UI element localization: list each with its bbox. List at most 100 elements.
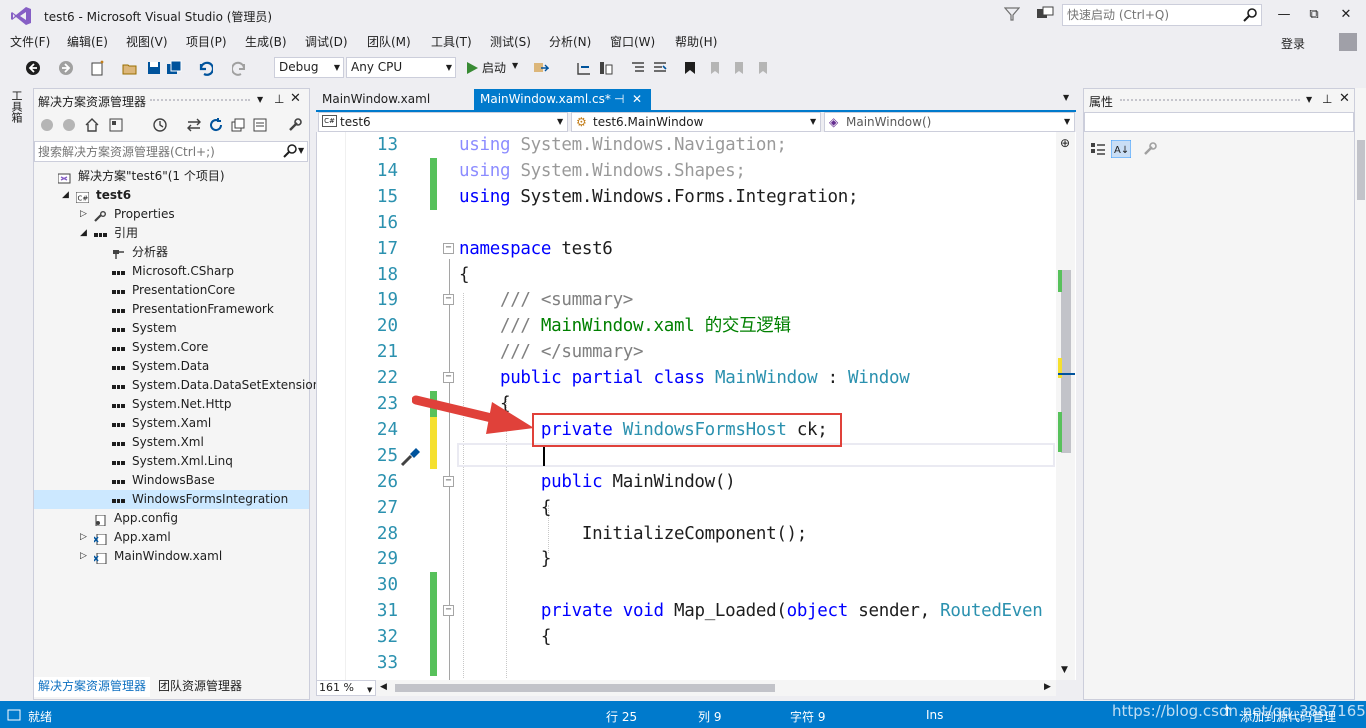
- scroll-down-arrow-icon[interactable]: ▼: [1061, 665, 1068, 675]
- collapse-region-icon[interactable]: −: [443, 242, 454, 254]
- close-icon[interactable]: ✕: [1339, 91, 1350, 106]
- split-window-icon[interactable]: ⊕: [1060, 136, 1070, 150]
- expand-arrow-icon[interactable]: ▷: [80, 547, 87, 566]
- code-line[interactable]: {: [459, 495, 552, 521]
- tree-item[interactable]: System.Data.DataSetExtensions: [34, 376, 327, 395]
- panel-grip[interactable]: [1120, 99, 1300, 103]
- tree-item[interactable]: Microsoft.CSharp: [34, 262, 309, 281]
- collapse-arrow-icon[interactable]: ◢: [62, 186, 69, 205]
- tree-item[interactable]: System: [34, 319, 309, 338]
- forward-icon[interactable]: [62, 118, 76, 132]
- code-line[interactable]: public partial class MainWindow : Window: [459, 365, 910, 391]
- properties-object-dropdown[interactable]: [1084, 112, 1354, 132]
- code-line[interactable]: using System.Windows.Shapes;: [459, 158, 746, 184]
- comment-out-lines-icon[interactable]: [630, 60, 646, 76]
- menu-project[interactable]: 项目(P): [186, 33, 227, 50]
- show-all-files-icon[interactable]: [252, 117, 268, 133]
- quick-launch-box[interactable]: [1062, 4, 1262, 26]
- menu-debug[interactable]: 调试(D): [305, 33, 348, 50]
- chevron-down-icon[interactable]: ▼: [1306, 95, 1312, 104]
- tree-item[interactable]: WindowsBase: [34, 471, 309, 490]
- tree-item[interactable]: System.Net.Http: [34, 395, 309, 414]
- search-icon[interactable]: [1242, 7, 1258, 23]
- chevron-down-icon[interactable]: ▼: [257, 95, 263, 104]
- navigate-back-icon[interactable]: [25, 60, 41, 76]
- back-icon[interactable]: [40, 118, 54, 132]
- tab-solution-explorer[interactable]: 解决方案资源管理器: [34, 677, 151, 697]
- tree-item[interactable]: ▷ App.xaml: [34, 528, 309, 547]
- zoom-dropdown[interactable]: 161 % ▼: [316, 680, 376, 696]
- collapse-arrow-icon[interactable]: ◢: [80, 224, 87, 243]
- home-icon[interactable]: [84, 117, 100, 133]
- property-pages-wrench-icon[interactable]: [1142, 141, 1158, 157]
- tab-mainwindow-xaml[interactable]: MainWindow.xaml: [316, 89, 472, 110]
- menu-build[interactable]: 生成(B): [245, 33, 287, 50]
- refresh-icon[interactable]: [208, 117, 224, 133]
- pin-tab-icon[interactable]: ⊣: [614, 89, 624, 109]
- code-line[interactable]: }: [459, 546, 552, 572]
- pin-icon[interactable]: ⊥: [1322, 92, 1332, 106]
- pin-icon[interactable]: ⊥: [274, 92, 284, 106]
- tree-item[interactable]: 分析器: [34, 243, 309, 262]
- quick-actions-screwdriver-icon[interactable]: [399, 444, 423, 468]
- tab-overflow-chevron-icon[interactable]: ▼: [1063, 93, 1069, 102]
- expand-arrow-icon[interactable]: ▷: [80, 528, 87, 547]
- minimize-button[interactable]: —: [1271, 4, 1297, 26]
- collapse-region-icon[interactable]: −: [443, 294, 454, 306]
- scrollbar-thumb[interactable]: [1061, 270, 1071, 453]
- tree-item[interactable]: PresentationCore: [34, 281, 309, 300]
- tree-item[interactable]: 解决方案"test6"(1 个项目): [34, 167, 309, 186]
- tree-item[interactable]: PresentationFramework: [34, 300, 309, 319]
- notification-filter-icon[interactable]: [1004, 6, 1020, 22]
- status-insert-mode[interactable]: Ins: [926, 708, 943, 722]
- clear-bookmarks-icon[interactable]: [754, 60, 770, 76]
- project-navigation-dropdown[interactable]: C# test6 ▼: [318, 112, 568, 132]
- alphabetical-sort-icon[interactable]: A↓: [1111, 140, 1131, 158]
- scrollbar-thumb[interactable]: [1357, 140, 1365, 200]
- code-line[interactable]: namespace test6: [459, 236, 613, 262]
- new-project-icon[interactable]: [90, 60, 106, 76]
- account-icon[interactable]: [1339, 33, 1357, 51]
- collapse-region-icon[interactable]: −: [443, 605, 454, 617]
- feedback-icon[interactable]: [1036, 6, 1054, 22]
- step-into-icon[interactable]: [576, 60, 592, 76]
- code-line[interactable]: InitializeComponent();: [459, 521, 808, 547]
- code-line[interactable]: {: [459, 624, 552, 650]
- scroll-right-arrow-icon[interactable]: ▶: [1044, 682, 1051, 692]
- menu-help[interactable]: 帮助(H): [675, 33, 717, 50]
- tree-item[interactable]: ▷ MainWindow.xaml: [34, 547, 309, 566]
- categorized-icon[interactable]: [1090, 141, 1106, 157]
- menu-window[interactable]: 窗口(W): [610, 33, 655, 50]
- pending-changes-filter-icon[interactable]: [152, 117, 168, 133]
- code-line[interactable]: {: [459, 262, 470, 288]
- code-line[interactable]: /// </summary>: [459, 339, 644, 365]
- code-line[interactable]: using System.Windows.Forms.Integration;: [459, 184, 859, 210]
- tree-item[interactable]: ◢ C# test6: [34, 186, 309, 205]
- close-tab-icon[interactable]: ✕: [632, 89, 642, 109]
- code-line[interactable]: public MainWindow(): [459, 469, 736, 495]
- collapse-region-icon[interactable]: −: [443, 372, 454, 384]
- solution-search-box[interactable]: ▼: [34, 141, 308, 162]
- bookmark-icon[interactable]: [682, 60, 698, 76]
- maximize-button[interactable]: ⧉: [1301, 4, 1327, 26]
- tree-item[interactable]: System.Core: [34, 338, 309, 357]
- search-icon[interactable]: [283, 144, 297, 158]
- expand-arrow-icon[interactable]: ▷: [80, 205, 87, 224]
- start-button-label[interactable]: 启动: [482, 59, 506, 76]
- tree-item[interactable]: ◢ 引用: [34, 224, 309, 243]
- code-line[interactable]: /// <summary>: [459, 287, 633, 313]
- menu-test[interactable]: 测试(S): [490, 33, 531, 50]
- quick-launch-input[interactable]: [1063, 5, 1238, 25]
- navigate-forward-icon[interactable]: [58, 60, 74, 76]
- collapse-region-icon[interactable]: −: [443, 475, 454, 487]
- chevron-down-icon[interactable]: ▼: [512, 61, 518, 70]
- toolbox-tab[interactable]: 工具箱: [8, 90, 24, 123]
- start-debugging-icon[interactable]: [464, 60, 480, 76]
- type-navigation-dropdown[interactable]: ⚙ test6.MainWindow ▼: [571, 112, 821, 132]
- scrollbar-thumb[interactable]: [395, 684, 775, 692]
- close-icon[interactable]: ✕: [290, 91, 301, 106]
- tree-item[interactable]: System.Xml.Linq: [34, 452, 309, 471]
- save-icon[interactable]: [146, 60, 162, 76]
- tree-item[interactable]: System.Data: [34, 357, 309, 376]
- tree-item[interactable]: System.Xaml: [34, 414, 309, 433]
